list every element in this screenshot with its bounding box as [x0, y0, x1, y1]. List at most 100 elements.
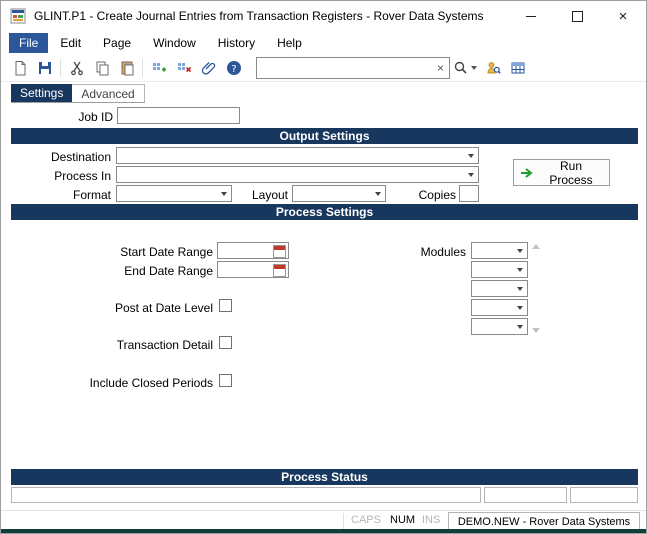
title-bar: GLINT.P1 - Create Journal Entries from T… — [1, 1, 646, 31]
end-date-range-input[interactable] — [217, 261, 289, 278]
num-indicator: NUM — [390, 514, 416, 526]
module-select-5[interactable] — [471, 318, 528, 335]
modules-scroll-up-icon[interactable] — [532, 244, 540, 249]
copies-input[interactable] — [459, 185, 479, 202]
format-label: Format — [72, 188, 111, 202]
chevron-down-icon — [375, 192, 381, 196]
paperclip-icon — [201, 62, 215, 75]
user-search-icon — [486, 62, 501, 74]
paste-button[interactable] — [114, 57, 139, 79]
search-icon — [454, 61, 467, 74]
menu-file[interactable]: File — [9, 33, 49, 53]
chevron-down-icon — [517, 268, 523, 272]
help-icon: ? — [226, 61, 241, 75]
paste-clipboard-icon — [121, 61, 133, 76]
chevron-down-icon — [468, 154, 474, 158]
layout-label: Layout — [251, 188, 288, 202]
start-date-range-input[interactable] — [217, 242, 289, 259]
post-at-date-level-checkbox[interactable] — [219, 299, 232, 312]
modules-scroll-down-icon[interactable] — [532, 328, 540, 333]
calendar-icon-top — [274, 265, 285, 269]
destination-label: Destination — [50, 150, 111, 164]
tab-settings[interactable]: Settings — [11, 84, 73, 102]
modules-label: Modules — [420, 245, 466, 259]
grid-delete-button[interactable] — [171, 57, 196, 79]
search-button[interactable] — [450, 57, 480, 79]
process-status-cell-3 — [570, 487, 638, 503]
menu-page[interactable]: Page — [93, 33, 141, 53]
ins-indicator: INS — [422, 514, 441, 526]
svg-text:?: ? — [231, 64, 236, 75]
process-settings-header: Process Settings — [11, 204, 638, 220]
run-process-button[interactable]: Run Process — [513, 158, 610, 187]
module-select-1[interactable] — [471, 242, 528, 259]
toolbar-separator — [142, 59, 143, 77]
chevron-down-icon — [517, 249, 523, 253]
format-select[interactable] — [116, 185, 232, 202]
menu-history[interactable]: History — [208, 33, 265, 53]
layout-select[interactable] — [292, 185, 386, 202]
toolbar-separator — [60, 59, 61, 77]
transaction-detail-checkbox[interactable] — [219, 336, 232, 349]
table-view-button[interactable] — [505, 57, 530, 79]
new-button[interactable] — [7, 57, 32, 79]
maximize-icon — [571, 10, 583, 22]
status-bar: CAPS NUM INS DEMO.NEW - Rover Data Syste… — [1, 510, 646, 532]
job-id-label: Job ID — [78, 110, 113, 124]
process-status-cell-1 — [11, 487, 481, 503]
process-in-label: Process In — [54, 169, 111, 183]
tab-advanced[interactable]: Advanced — [72, 84, 145, 102]
grid-add-button[interactable] — [146, 57, 171, 79]
module-select-4[interactable] — [471, 299, 528, 316]
chevron-down-icon — [517, 306, 523, 310]
process-in-select[interactable] — [116, 166, 479, 183]
minimize-button[interactable] — [508, 1, 554, 31]
app-icon — [10, 8, 26, 24]
module-select-3[interactable] — [471, 280, 528, 297]
start-date-range-label: Start Date Range — [120, 245, 213, 259]
process-status-header: Process Status — [11, 469, 638, 485]
copy-button[interactable] — [89, 57, 114, 79]
save-button[interactable] — [32, 57, 57, 79]
destination-select[interactable] — [116, 147, 479, 164]
search-input[interactable] — [257, 60, 432, 76]
statusbar-separator — [343, 513, 344, 529]
tab-strip: Settings Advanced — [11, 84, 145, 103]
end-date-range-label: End Date Range — [124, 264, 213, 278]
copies-label: Copies — [418, 188, 456, 202]
chevron-down-icon — [221, 192, 227, 196]
attach-button[interactable] — [196, 57, 221, 79]
grid-delete-icon — [177, 63, 191, 73]
help-button[interactable]: ? — [221, 57, 246, 79]
app-window: GLINT.P1 - Create Journal Entries from T… — [0, 0, 647, 534]
toolbar: ? × — [1, 55, 646, 82]
grid-add-icon — [152, 63, 166, 72]
calendar-icon[interactable] — [273, 245, 286, 258]
chevron-down-icon — [468, 173, 474, 177]
job-id-input[interactable] — [117, 107, 240, 124]
include-closed-periods-checkbox[interactable] — [219, 374, 232, 387]
calendar-icon[interactable] — [273, 264, 286, 277]
menu-edit[interactable]: Edit — [50, 33, 91, 53]
table-icon — [511, 62, 524, 74]
chevron-down-icon — [517, 325, 523, 329]
output-settings-header: Output Settings — [11, 128, 638, 144]
close-button[interactable]: × — [600, 1, 646, 31]
run-process-label: Run Process — [549, 158, 593, 187]
close-icon: × — [618, 7, 628, 25]
chevron-down-icon — [517, 287, 523, 291]
chevron-down-icon — [471, 66, 477, 70]
maximize-button[interactable] — [554, 1, 600, 31]
copy-icon — [96, 61, 108, 76]
menu-window[interactable]: Window — [143, 33, 206, 53]
cut-button[interactable] — [64, 57, 89, 79]
cut-scissors-icon — [70, 61, 83, 76]
search-clear-icon[interactable]: × — [432, 59, 449, 77]
window-title: GLINT.P1 - Create Journal Entries from T… — [34, 9, 484, 23]
menu-bar: File Edit Page Window History Help — [1, 31, 646, 55]
minimize-icon — [526, 15, 536, 17]
calendar-icon-top — [274, 246, 285, 250]
module-select-2[interactable] — [471, 261, 528, 278]
user-lookup-button[interactable] — [480, 57, 505, 79]
menu-help[interactable]: Help — [267, 33, 312, 53]
